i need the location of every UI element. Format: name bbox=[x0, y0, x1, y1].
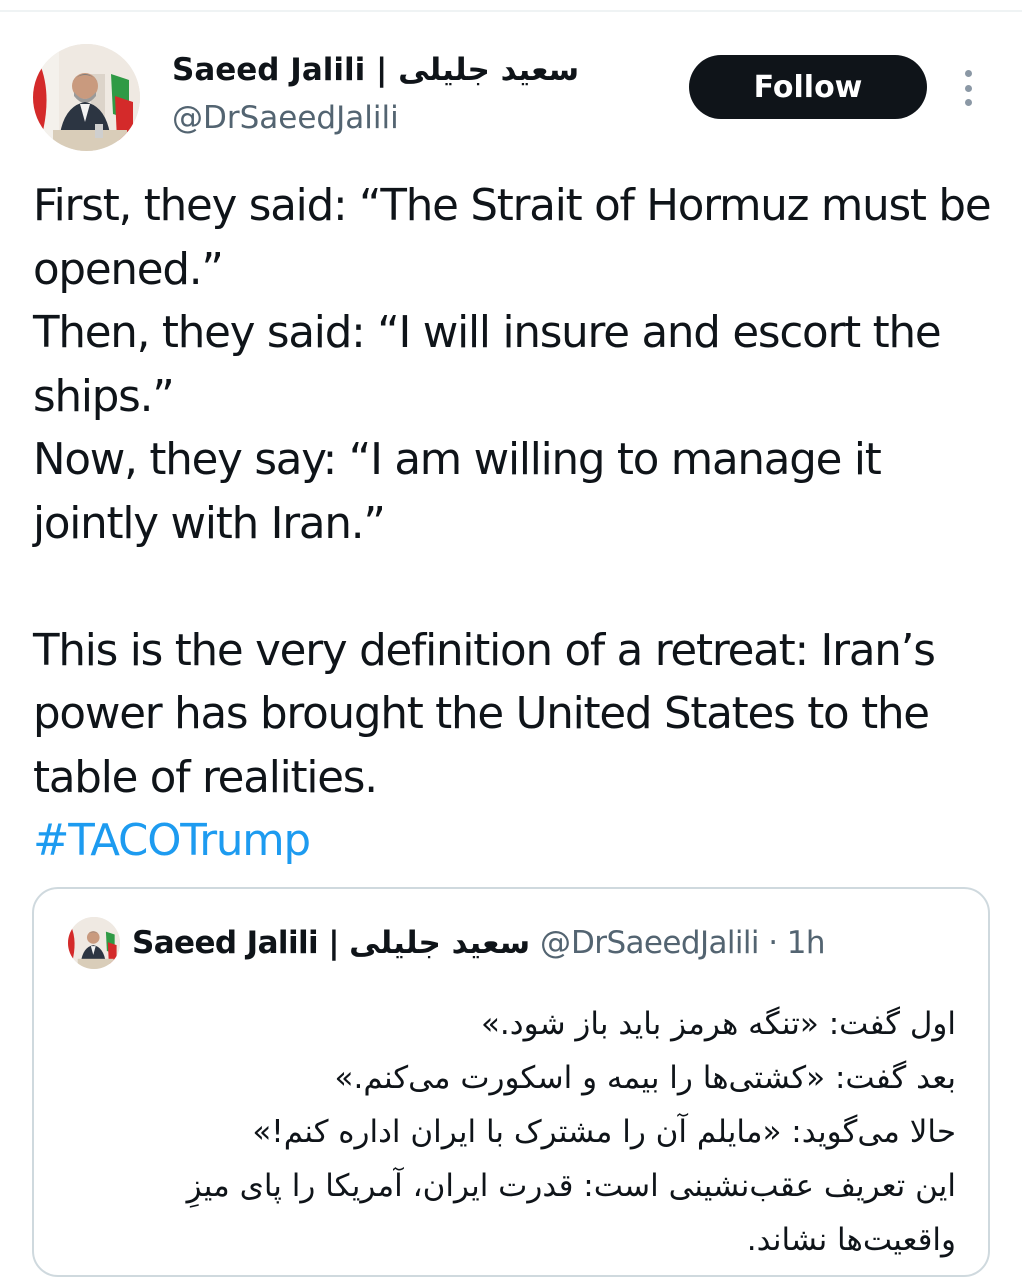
quoted-header: Saeed Jalili | سعید جلیلی @DrSaeedJalili… bbox=[132, 923, 825, 963]
quoted-text: اول گفت: «تنگه هرمز باید باز شود.» بعد گ… bbox=[76, 997, 956, 1267]
quoted-author-handle[interactable]: @DrSaeedJalili bbox=[540, 925, 760, 961]
quoted-author-avatar[interactable] bbox=[68, 917, 120, 969]
profile-photo-icon bbox=[68, 917, 120, 969]
author-handle[interactable]: @DrSaeedJalili bbox=[172, 98, 399, 138]
more-vertical-icon[interactable] bbox=[950, 66, 986, 110]
quoted-author-name[interactable]: Saeed Jalili | سعید جلیلی bbox=[132, 925, 531, 961]
tweet-line: First, they said: “The Strait of Hormuz … bbox=[33, 181, 992, 295]
follow-button[interactable]: Follow bbox=[689, 55, 927, 119]
quoted-line: بعد گفت: «کشتی‌ها را بیمه و اسکورت می‌کن… bbox=[334, 1060, 956, 1096]
tweet-text: First, they said: “The Strait of Hormuz … bbox=[33, 175, 1008, 874]
hashtag-link[interactable]: #TACOTrump bbox=[33, 810, 1008, 874]
profile-photo-icon bbox=[33, 44, 140, 151]
author-avatar[interactable] bbox=[33, 44, 140, 151]
author-name[interactable]: Saeed Jalili | سعید جلیلی bbox=[172, 50, 579, 90]
quoted-line: حالا می‌گوید: «مایلم آن را مشترک با ایرا… bbox=[252, 1114, 956, 1150]
quoted-tweet[interactable]: Saeed Jalili | سعید جلیلی @DrSaeedJalili… bbox=[32, 887, 990, 1277]
tweet-line: Now, they say: “I am willing to manage i… bbox=[33, 435, 882, 549]
quoted-line: این تعریف عقب‌نشینی است: قدرت ایران، آمر… bbox=[186, 1168, 956, 1258]
tweet-line: Then, they said: “I will insure and esco… bbox=[33, 308, 942, 422]
tweet-line: This is the very definition of a retreat… bbox=[33, 625, 936, 803]
tweet-header: Saeed Jalili | سعید جلیلی @DrSaeedJalili… bbox=[0, 0, 1022, 160]
quoted-line: اول گفت: «تنگه هرمز باید باز شود.» bbox=[480, 1006, 956, 1042]
quoted-timestamp[interactable]: · 1h bbox=[768, 925, 825, 961]
